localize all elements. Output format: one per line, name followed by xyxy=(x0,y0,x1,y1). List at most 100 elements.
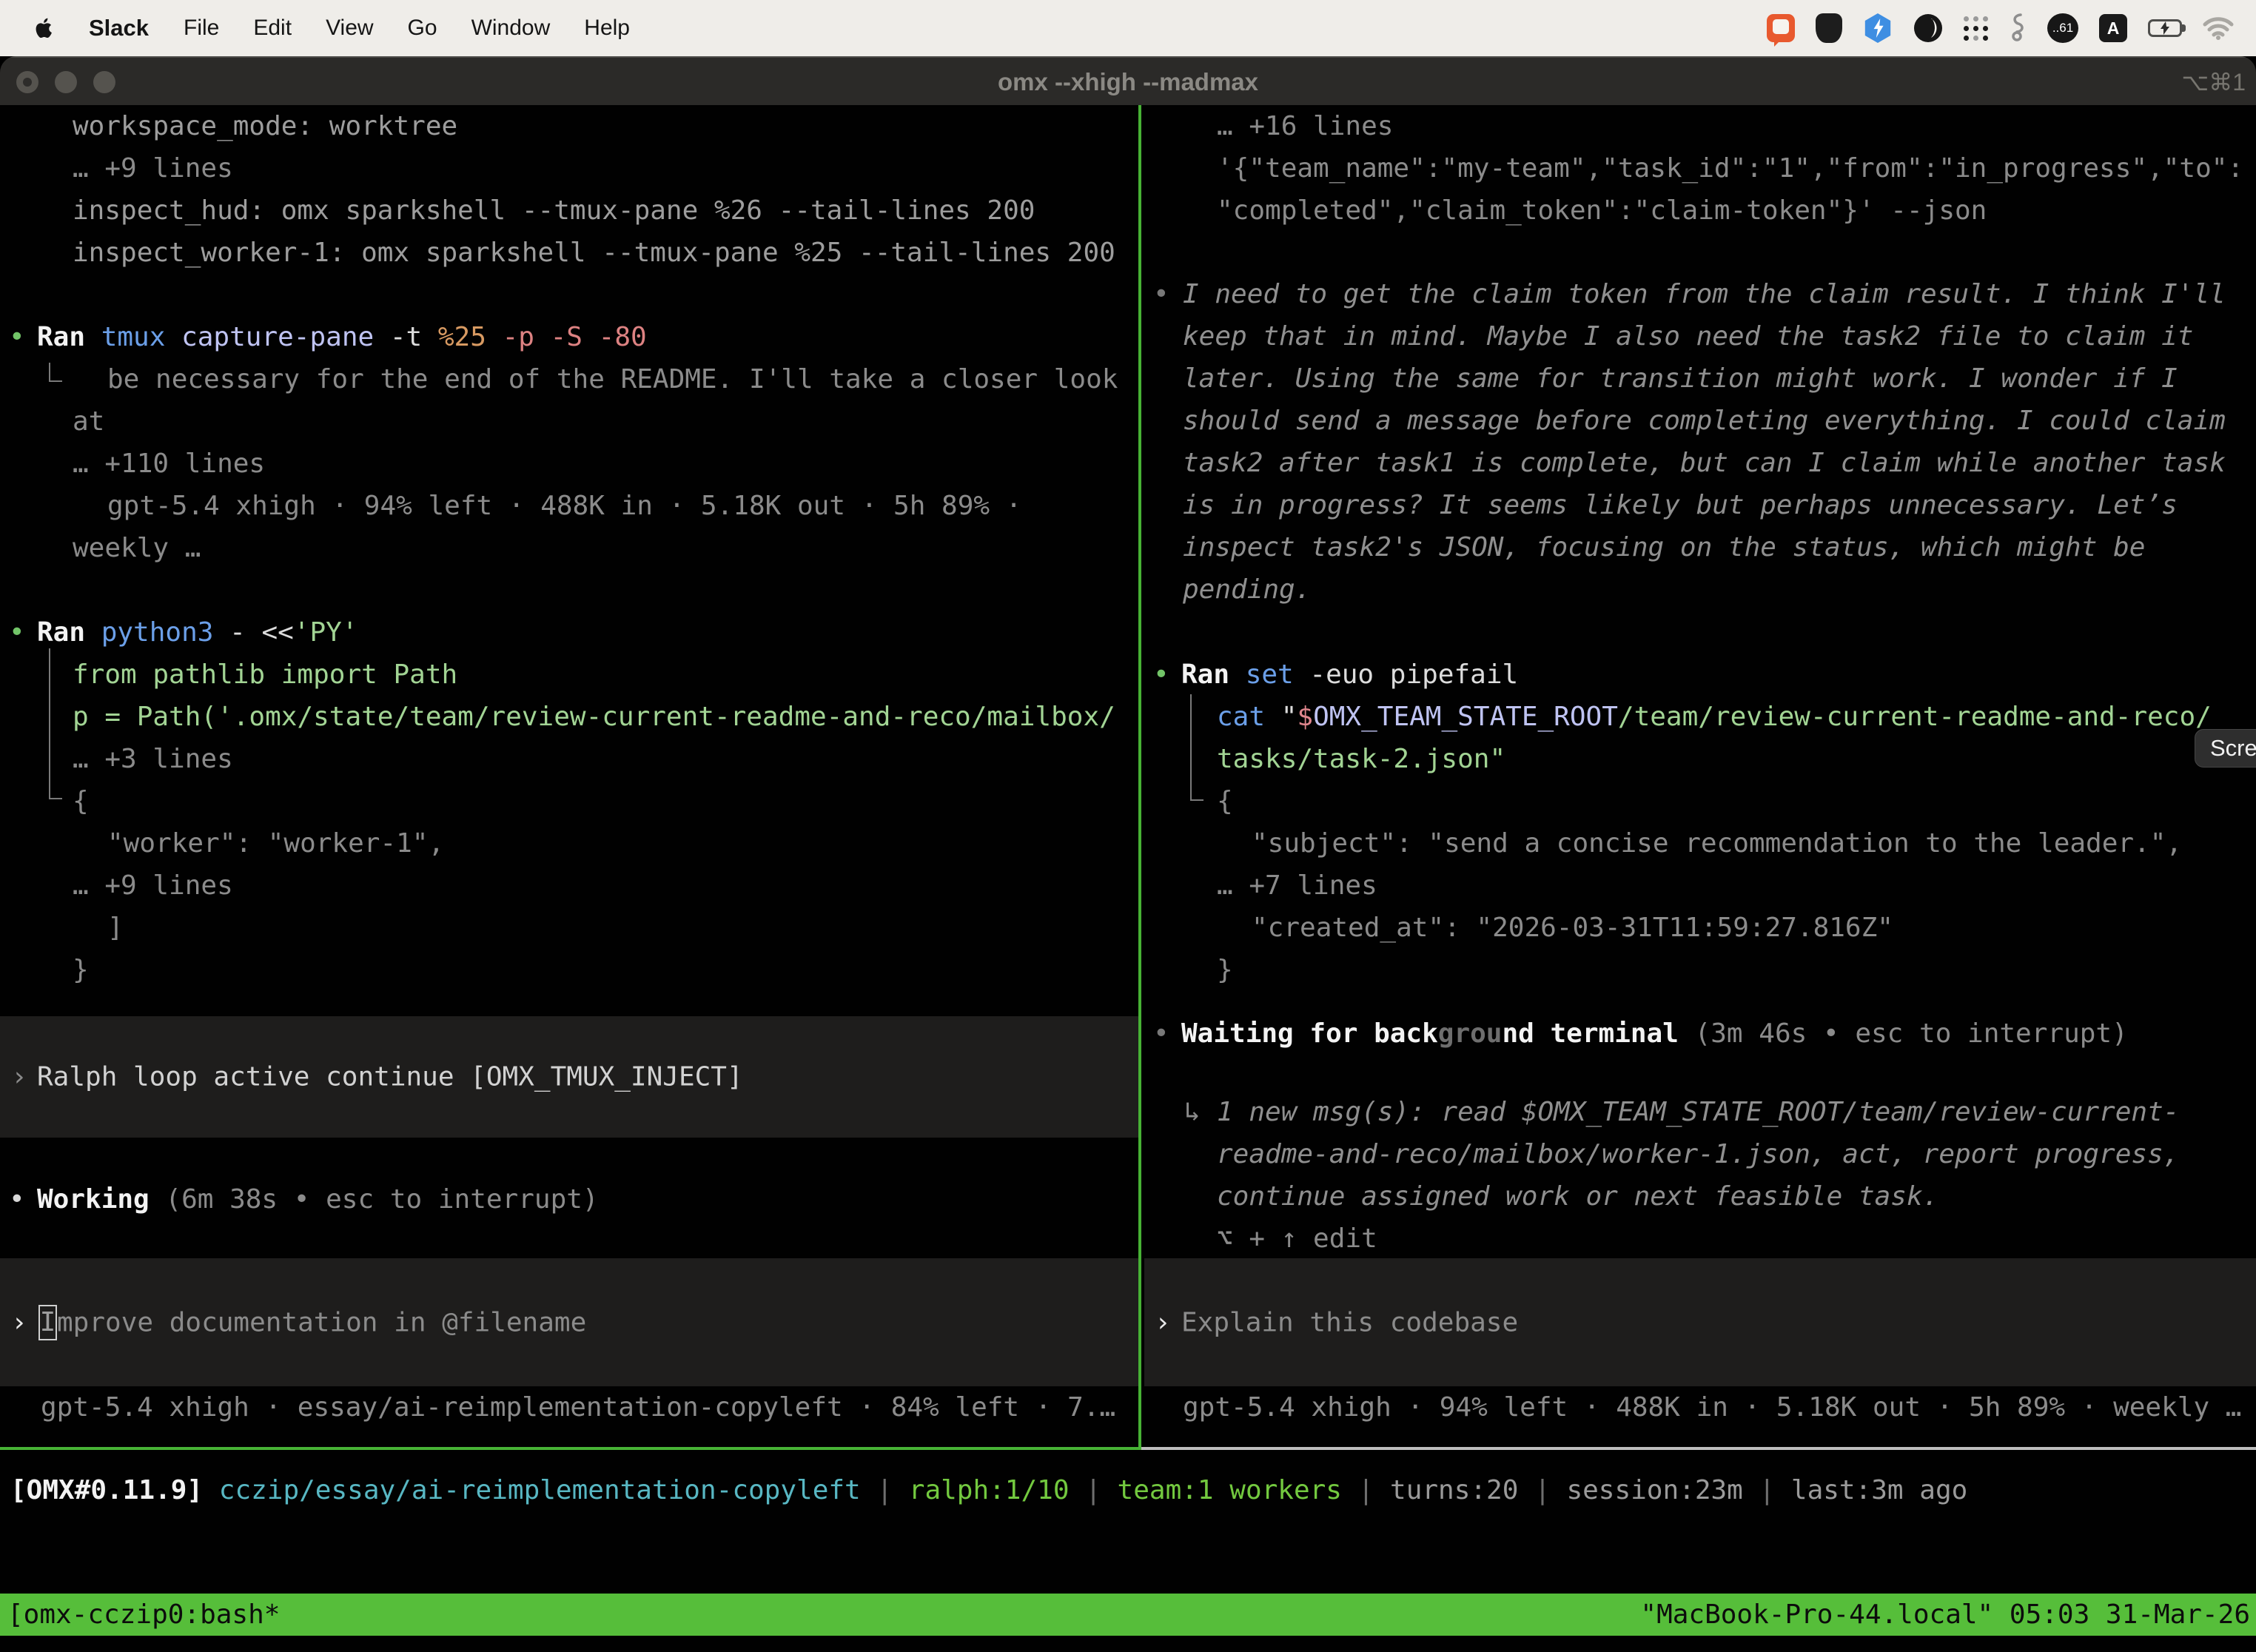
code-line: tasks/task-2.json" xyxy=(1217,738,1505,780)
pane-border-active xyxy=(0,1447,1141,1450)
menu-bar: Slack File Edit View Go Window Help xyxy=(0,0,2256,56)
output-line: weekly … xyxy=(73,527,201,569)
input-source-icon[interactable]: A xyxy=(2099,14,2127,42)
thinking-line: keep that in mind. Maybe I also need the… xyxy=(1183,315,2193,357)
window-shortcut: ⌥⌘1 xyxy=(2181,58,2246,107)
output-line: gpt-5.4 xhigh · 94% left · 488K in · 5.1… xyxy=(107,485,1021,527)
thinking-bullet-icon: • xyxy=(1153,273,1169,315)
output-line: "subject": "send a concise recommendatio… xyxy=(1252,822,2182,864)
output-line: be necessary for the end of the README. … xyxy=(107,358,1118,400)
hud-line: workspace_mode: worktree xyxy=(73,105,457,147)
output-line: "created_at": "2026-03-31T11:59:27.816Z" xyxy=(1252,907,1893,949)
run-bullet-icon: • xyxy=(9,611,25,654)
window-title: omx --xhigh --madmax xyxy=(0,58,2256,107)
menu-item-view[interactable]: View xyxy=(309,16,390,41)
hud-line: inspect_hud: omx sparkshell --tmux-pane … xyxy=(73,189,1035,232)
omx-status-line: [OMX#0.11.9] cczip/essay/ai-reimplementa… xyxy=(10,1469,1967,1511)
menu-left: Slack File Edit View Go Window Help xyxy=(0,13,647,43)
count-badge-icon[interactable]: ..61 xyxy=(2047,13,2078,43)
output-line: … +3 lines xyxy=(73,738,233,780)
window-titlebar: omx --xhigh --madmax ⌥⌘1 xyxy=(0,56,2256,105)
thinking-line: is in progress? It seems likely but perh… xyxy=(1183,484,2178,526)
output-line: } xyxy=(73,949,89,991)
ralph-loop-banner[interactable]: › Ralph loop active continue [OMX_TMUX_I… xyxy=(0,1016,1138,1138)
output-line: { xyxy=(1217,780,1233,822)
thinking-line: inspect task2's JSON, focusing on the st… xyxy=(1183,526,2145,568)
tmux-session-window[interactable]: [omx-cczip0:bash* xyxy=(7,1594,280,1636)
ralph-loop-text: Ralph loop active continue [OMX_TMUX_INJ… xyxy=(37,1056,743,1098)
msg-line: continue assigned work or next feasible … xyxy=(1217,1175,1938,1218)
waiting-status: Waiting for background terminal (3m 46s … xyxy=(1181,1013,2128,1055)
apple-menu-icon[interactable] xyxy=(31,13,56,43)
omx-ralph-count: ralph:1/10 xyxy=(909,1475,1070,1505)
code-line: p = Path('.omx/state/team/review-current… xyxy=(73,696,1115,738)
command-line: cat "$OMX_TEAM_STATE_ROOT/team/review-cu… xyxy=(1217,696,2212,738)
output-line: '{"team_name":"my-team","task_id":"1","f… xyxy=(1217,147,2243,189)
command-line: Ran python3 - <<'PY' xyxy=(37,611,358,654)
msg-line: readme-and-reco/mailbox/worker-1.json, a… xyxy=(1217,1133,2179,1175)
working-bullet-icon: • xyxy=(9,1178,25,1220)
squiggle-icon[interactable] xyxy=(2009,13,2027,43)
omx-team-workers: team:1 workers xyxy=(1118,1475,1342,1505)
waiting-bullet-icon: • xyxy=(1153,1013,1169,1055)
chevron-icon: › xyxy=(11,1056,27,1098)
prompt-chevron-icon: › xyxy=(1155,1301,1171,1343)
thinking-line: I need to get the claim token from the c… xyxy=(1183,273,2226,315)
battery-icon[interactable] xyxy=(2148,19,2182,37)
command-line: Ran tmux capture-pane -t %25 -p -S -80 xyxy=(37,316,647,358)
text-cursor: I xyxy=(38,1305,57,1340)
output-line: ] xyxy=(107,907,124,949)
output-line: … +7 lines xyxy=(1217,864,1377,907)
output-line: at xyxy=(73,400,104,443)
thinking-line: task2 after task1 is complete, but can I… xyxy=(1183,442,2226,484)
omx-version: [OMX#0.11.9] xyxy=(10,1475,203,1505)
output-line: } xyxy=(1217,949,1233,991)
omx-last-activity: last:3m ago xyxy=(1791,1475,1967,1505)
omx-session-time: session:23m xyxy=(1566,1475,1742,1505)
pane-hud[interactable]: workspace_mode: worktree … +9 lines insp… xyxy=(0,105,1138,1447)
omx-path: cczip/essay/ai-reimplementation-copyleft xyxy=(203,1475,861,1505)
hud-line: … +9 lines xyxy=(73,147,233,189)
tmux-host-clock: "MacBook-Pro-44.local" 05:03 31-Mar-26 xyxy=(1640,1594,2250,1636)
run-bullet-icon: • xyxy=(9,316,25,358)
menu-app-name[interactable]: Slack xyxy=(71,15,167,41)
desktop: Slack File Edit View Go Window Help xyxy=(0,0,2256,1652)
code-line: from pathlib import Path xyxy=(73,654,457,696)
pane-border-inactive xyxy=(1141,1447,2256,1450)
hud-line: inspect_worker-1: omx sparkshell --tmux-… xyxy=(73,232,1115,274)
model-status-line: gpt-5.4 xhigh · essay/ai-reimplementatio… xyxy=(41,1386,1115,1428)
reply-arrow-icon: ↳ xyxy=(1184,1091,1201,1133)
menu-item-file[interactable]: File xyxy=(167,16,236,41)
thinking-line: pending. xyxy=(1183,568,1311,611)
prompt-chevron-icon: › xyxy=(11,1301,27,1343)
prompt-input-right[interactable]: › Explain this codebase xyxy=(1144,1258,2256,1386)
prompt-input-left[interactable]: › I mprove documentation in @filename xyxy=(0,1258,1138,1386)
output-line: … +110 lines xyxy=(73,443,265,485)
dark-crescent-icon[interactable] xyxy=(1913,13,1943,43)
terminal-content: workspace_mode: worktree … +9 lines insp… xyxy=(0,105,2256,1652)
hex-bolt-icon[interactable] xyxy=(1863,13,1893,43)
menu-item-window[interactable]: Window xyxy=(454,16,568,41)
dots-grid-icon[interactable] xyxy=(1964,16,1988,41)
menu-item-edit[interactable]: Edit xyxy=(236,16,309,41)
shield-grid-icon[interactable] xyxy=(1816,13,1842,43)
run-bullet-icon: • xyxy=(1153,654,1169,696)
output-line: "worker": "worker-1", xyxy=(107,822,444,864)
terminal-window: omx --xhigh --madmax ⌥⌘1 workspace_mode:… xyxy=(0,56,2256,1652)
menu-item-go[interactable]: Go xyxy=(391,16,454,41)
menu-item-help[interactable]: Help xyxy=(567,16,647,41)
chat-bubble-icon[interactable] xyxy=(1767,14,1795,42)
output-line: { xyxy=(73,780,89,822)
pane-worker[interactable]: … +16 lines '{"team_name":"my-team","tas… xyxy=(1144,105,2256,1447)
screen-tooltip: Scre xyxy=(2195,729,2256,768)
pane-divider[interactable] xyxy=(1138,105,1141,1450)
omx-turns: turns:20 xyxy=(1390,1475,1518,1505)
working-status: Working (6m 38s • esc to interrupt) xyxy=(37,1178,599,1220)
wifi-icon[interactable] xyxy=(2203,16,2234,40)
output-line: "completed","claim_token":"claim-token"}… xyxy=(1217,189,1987,232)
thinking-line: should send a message before completing … xyxy=(1183,400,2226,442)
tmux-status-bar: [omx-cczip0:bash* "MacBook-Pro-44.local"… xyxy=(0,1594,2256,1636)
msg-line: 1 new msg(s): read $OMX_TEAM_STATE_ROOT/… xyxy=(1217,1091,2179,1133)
menu-status-icons: ..61 A xyxy=(1767,13,2256,43)
output-line: … +9 lines xyxy=(73,864,233,907)
